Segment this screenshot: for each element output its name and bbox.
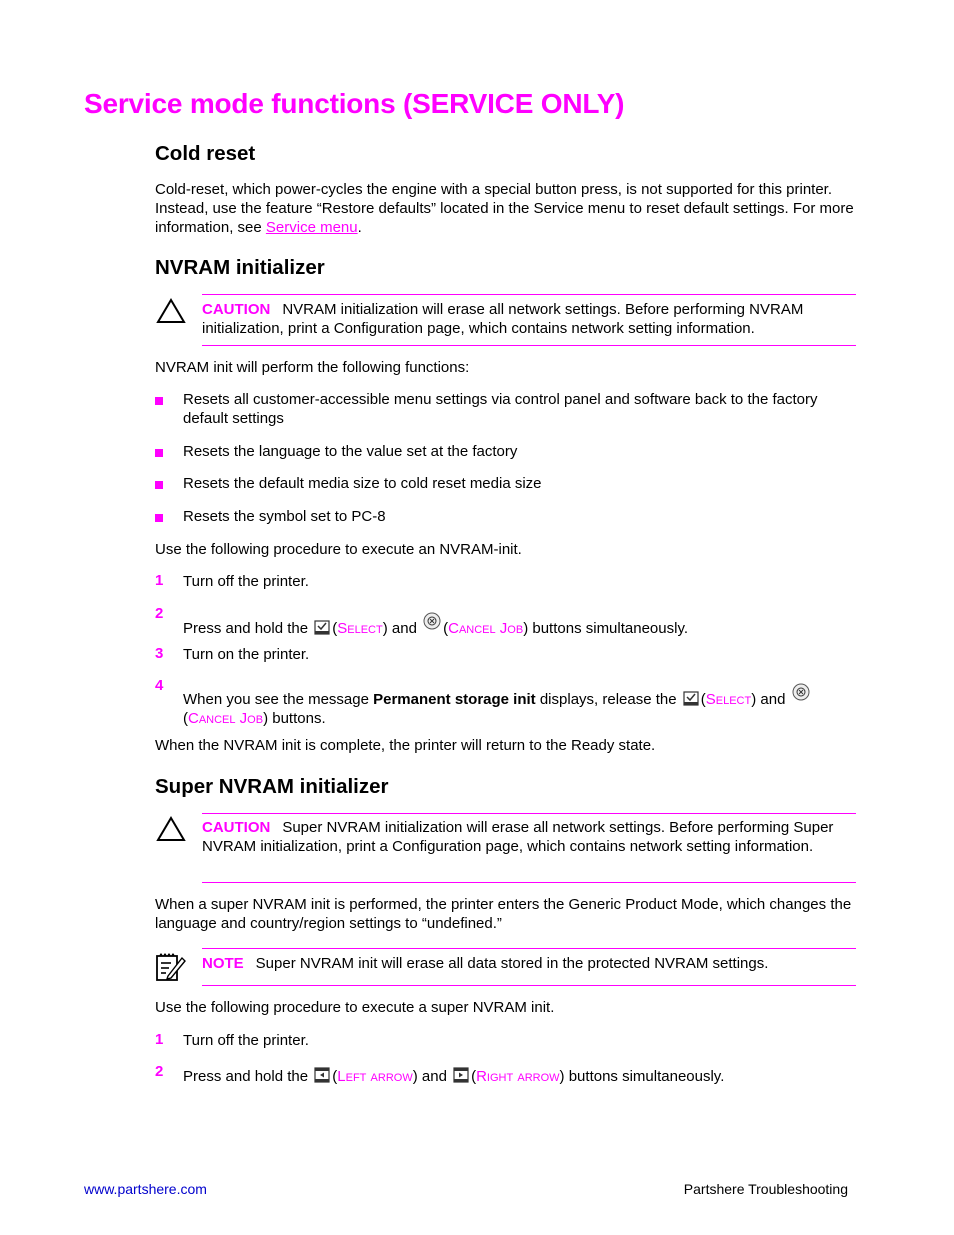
caution-icon [156, 816, 186, 841]
super-nvram-description: When a super NVRAM init is performed, th… [155, 896, 852, 932]
cancel-job-button-icon [792, 683, 810, 701]
step-text-part: and [421, 1068, 447, 1085]
message-name: Permanent storage init [373, 691, 536, 708]
left-arrow-button-label: Left arrow [337, 1068, 413, 1085]
nvram-complete-text: When the NVRAM init is complete, the pri… [155, 737, 656, 754]
caution-label: CAUTION [202, 301, 271, 318]
section-heading-cold-reset: Cold reset [155, 142, 256, 165]
caution-label: CAUTION [202, 819, 271, 836]
bullet-marker [155, 397, 163, 405]
left-arrow-button-icon [314, 1067, 330, 1083]
bullet-marker [155, 514, 163, 522]
right-arrow-button-icon [453, 1067, 469, 1083]
bullet-marker [155, 481, 163, 489]
section-heading-super-nvram: Super NVRAM initializer [155, 775, 389, 798]
step-text-part: and [760, 691, 786, 708]
note-top-rule [202, 948, 856, 949]
footer-section-title: Partshere Troubleshooting [683, 1181, 848, 1197]
caution-super-nvram: CAUTION Super NVRAM initialization will e… [202, 818, 852, 856]
select-button-icon [314, 620, 330, 635]
step-number: 2 [155, 1063, 164, 1080]
cold-reset-text: Cold-reset, which power-cycles the engin… [155, 181, 854, 236]
service-menu-link[interactable]: Service menu [266, 219, 358, 236]
step-text-part: buttons simultaneously. [532, 620, 688, 637]
caution-nvram: CAUTION NVRAM initialization will erase a… [202, 300, 852, 338]
step-text: Turn on the printer. [183, 646, 310, 663]
footer-website-link[interactable]: www.partshere.com [84, 1181, 207, 1197]
step-text-part: Press and hold the [183, 1068, 309, 1085]
step-text: When you see the message Permanent stora… [183, 683, 855, 728]
step-number: 3 [155, 645, 164, 662]
caution-icon [156, 298, 186, 323]
caution-text: NVRAM initialization will erase all netw… [202, 301, 804, 337]
step-text: Turn off the printer. [183, 573, 309, 590]
step-text-part: displays, release the [539, 691, 677, 708]
step-text-part: buttons simultaneously. [568, 1068, 725, 1085]
step-number: 1 [155, 572, 164, 589]
note-text: Super NVRAM init will erase all data sto… [255, 955, 769, 972]
right-arrow-button-label: Right arrow [476, 1068, 560, 1085]
cold-reset-text-end: . [357, 219, 362, 236]
step-number: 1 [155, 1031, 164, 1048]
step-text-part: and [391, 620, 417, 637]
super-nvram-procedure-intro: Use the following procedure to execute a… [155, 999, 555, 1016]
caution-top-rule [202, 294, 856, 295]
note-icon [156, 953, 186, 981]
list-item: Resets the symbol set to PC-8 [183, 508, 386, 525]
select-button-label: Select [337, 620, 383, 637]
select-button-label: Select [705, 691, 752, 708]
step-text: Press and hold the (Select) and (Cancel … [183, 612, 855, 638]
cancel-job-button-icon [423, 612, 441, 630]
step-number: 2 [155, 605, 164, 622]
cancel-job-button-label: Cancel Job [188, 710, 264, 727]
caution-text: Super NVRAM initialization will erase al… [202, 819, 834, 855]
select-button-icon [683, 691, 699, 706]
step-text-part: When you see the message [183, 691, 369, 708]
caution-bottom-rule [202, 345, 856, 346]
note-label: NOTE [202, 955, 244, 972]
note-super-nvram: NOTE Super NVRAM init will erase all data… [202, 954, 852, 973]
caution-bottom-rule [202, 882, 856, 883]
step-text-part: buttons. [272, 710, 326, 727]
section-heading-nvram: NVRAM initializer [155, 256, 325, 279]
cancel-job-button-label: Cancel Job [448, 620, 524, 637]
note-bottom-rule [202, 985, 856, 986]
step-text: Press and hold the (Left arrow) and (Rig… [183, 1067, 725, 1085]
page-title: Service mode functions (SERVICE ONLY) [84, 88, 625, 119]
step-number: 4 [155, 677, 164, 694]
caution-top-rule [202, 813, 856, 814]
list-item: Resets the default media size to cold re… [183, 475, 542, 492]
nvram-intro: NVRAM init will perform the following fu… [155, 359, 470, 376]
bullet-marker [155, 449, 163, 457]
nvram-procedure-intro: Use the following procedure to execute a… [155, 541, 522, 558]
step-text: Turn off the printer. [183, 1032, 309, 1049]
cold-reset-paragraph: Cold-reset, which power-cycles the engin… [155, 180, 855, 237]
list-item: Resets the language to the value set at … [183, 443, 518, 460]
list-item: Resets all customer-accessible menu sett… [183, 391, 818, 427]
step-text-part: Press and hold the [183, 620, 309, 637]
